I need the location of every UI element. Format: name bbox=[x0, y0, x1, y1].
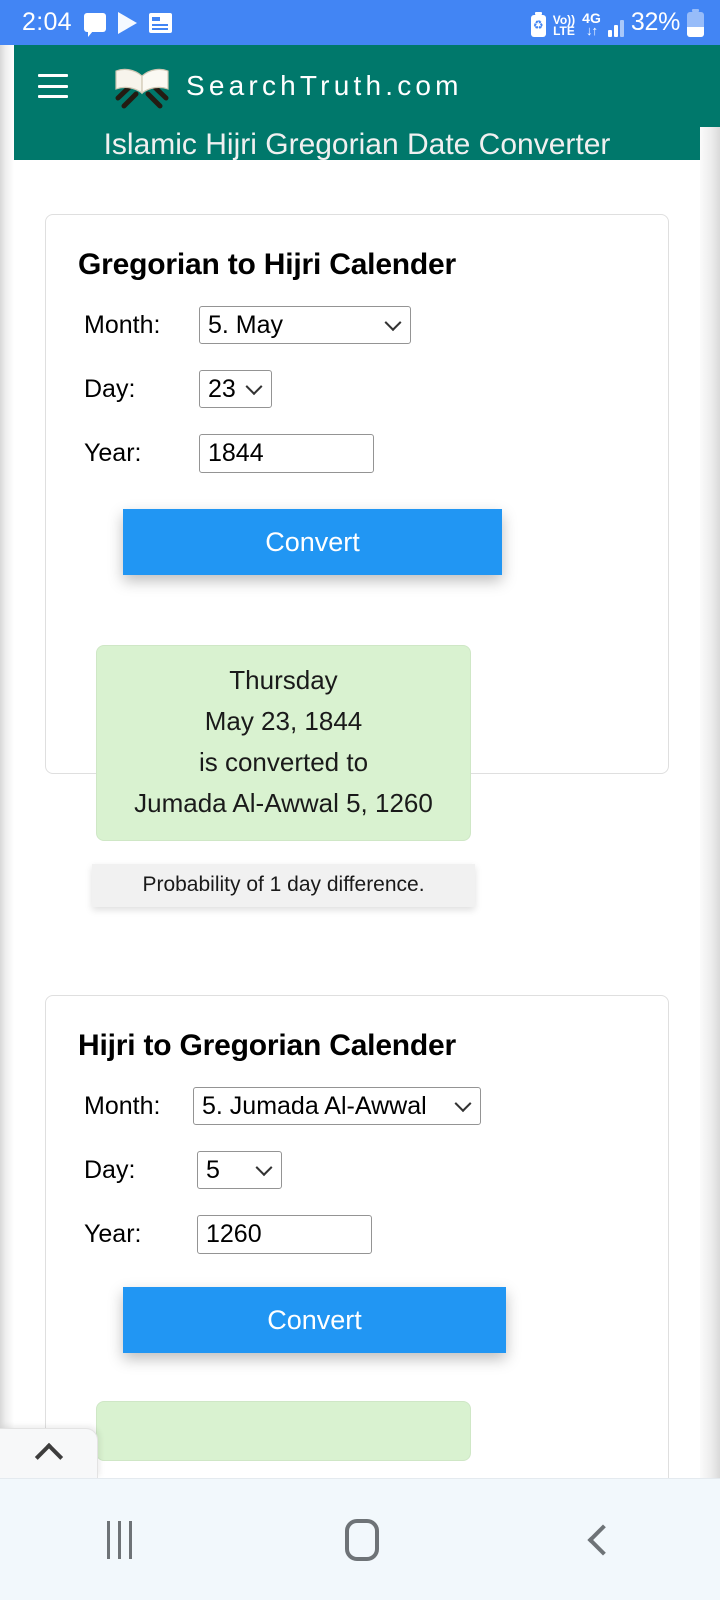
day-select-wrapper[interactable]: 23 bbox=[199, 370, 272, 408]
battery-icon bbox=[687, 9, 704, 37]
result-line: is converted to bbox=[198, 747, 369, 777]
hamburger-menu-icon[interactable] bbox=[38, 74, 68, 98]
convert-button[interactable]: Convert bbox=[123, 1287, 506, 1353]
day-select[interactable]: 23 bbox=[199, 370, 272, 408]
status-bar-left: 2:04 bbox=[22, 8, 172, 37]
year-label: Year: bbox=[84, 439, 142, 467]
battery-percent-label: 32% bbox=[630, 8, 680, 36]
android-nav-bar bbox=[0, 1478, 720, 1600]
month-select-wrapper[interactable]: 5. May bbox=[199, 306, 411, 344]
back-icon[interactable] bbox=[586, 1523, 619, 1556]
gregorian-to-hijri-card: Gregorian to Hijri Calender Month: 5. Ma… bbox=[45, 214, 669, 907]
news-icon bbox=[148, 12, 172, 33]
month-label: Month: bbox=[84, 310, 161, 339]
month-select-wrapper[interactable]: 5. Jumada Al-Awwal bbox=[193, 1087, 481, 1125]
convert-button[interactable]: Convert bbox=[123, 509, 502, 575]
data-arrows-icon: ↓↑ bbox=[586, 23, 598, 38]
day-select-wrapper[interactable]: 5 bbox=[197, 1151, 282, 1189]
home-icon[interactable] bbox=[344, 1518, 379, 1561]
android-status-bar: 2:04 Vo)) LTE 4G ↓↑ 32% bbox=[0, 0, 720, 45]
recents-icon[interactable] bbox=[106, 1520, 132, 1559]
page-content: Gregorian to Hijri Calender Month: 5. Ma… bbox=[14, 160, 700, 1478]
card-title: Hijri to Gregorian Calender bbox=[78, 1029, 457, 1062]
day-select[interactable]: 5 bbox=[197, 1151, 282, 1189]
result-line: May 23, 1844 bbox=[204, 706, 363, 736]
day-label: Day: bbox=[84, 1155, 136, 1184]
year-input[interactable] bbox=[197, 1215, 372, 1254]
page-left-edge-shadow bbox=[0, 45, 14, 1478]
status-bar-right: Vo)) LTE 4G ↓↑ 32% bbox=[530, 8, 704, 38]
quran-book-logo bbox=[110, 60, 174, 112]
day-row: Day: 5 bbox=[46, 1151, 668, 1189]
probability-note: Probability of 1 day difference. bbox=[92, 864, 475, 907]
year-row: Year: bbox=[46, 1215, 668, 1254]
battery-saver-icon bbox=[530, 12, 546, 37]
brand-logo-area[interactable]: SearchTruth.com bbox=[110, 60, 463, 112]
volte-icon: Vo)) LTE bbox=[553, 14, 575, 38]
page-right-edge-shadow bbox=[700, 45, 720, 1478]
phone-screen: 2:04 Vo)) LTE 4G ↓↑ 32% bbox=[0, 0, 720, 1600]
day-row: Day: 23 bbox=[46, 370, 668, 408]
chat-bubble-icon bbox=[83, 13, 106, 37]
day-label: Day: bbox=[84, 374, 136, 403]
year-input[interactable] bbox=[199, 434, 374, 473]
conversion-result: Thursday May 23, 1844 is converted to Ju… bbox=[96, 645, 471, 841]
chevron-up-icon bbox=[34, 1442, 63, 1471]
result-line: Jumada Al-Awwal 5, 1260 bbox=[134, 788, 433, 818]
conversion-result-partial bbox=[96, 1401, 471, 1461]
status-bar-clock: 2:04 bbox=[22, 8, 72, 36]
month-label: Month: bbox=[84, 1091, 161, 1120]
signal-bars-icon bbox=[607, 17, 624, 37]
scroll-to-top-button[interactable] bbox=[0, 1428, 98, 1478]
play-store-icon bbox=[117, 11, 137, 34]
result-line: Thursday bbox=[229, 665, 338, 695]
hijri-to-gregorian-card: Hijri to Gregorian Calender Month: 5. Ju… bbox=[45, 995, 669, 1478]
year-row: Year: bbox=[46, 434, 668, 473]
brand-name-label: SearchTruth.com bbox=[186, 70, 463, 101]
month-select[interactable]: 5. May bbox=[199, 306, 411, 344]
volte-bottom-label: LTE bbox=[553, 24, 575, 38]
network-type-icon: 4G ↓↑ bbox=[582, 11, 601, 37]
site-header: SearchTruth.com bbox=[14, 45, 720, 127]
month-row: Month: 5. Jumada Al-Awwal bbox=[46, 1087, 668, 1125]
card-title: Gregorian to Hijri Calender bbox=[78, 248, 457, 281]
month-select[interactable]: 5. Jumada Al-Awwal bbox=[193, 1087, 481, 1125]
month-row: Month: 5. May bbox=[46, 306, 668, 344]
year-label: Year: bbox=[84, 1220, 142, 1248]
